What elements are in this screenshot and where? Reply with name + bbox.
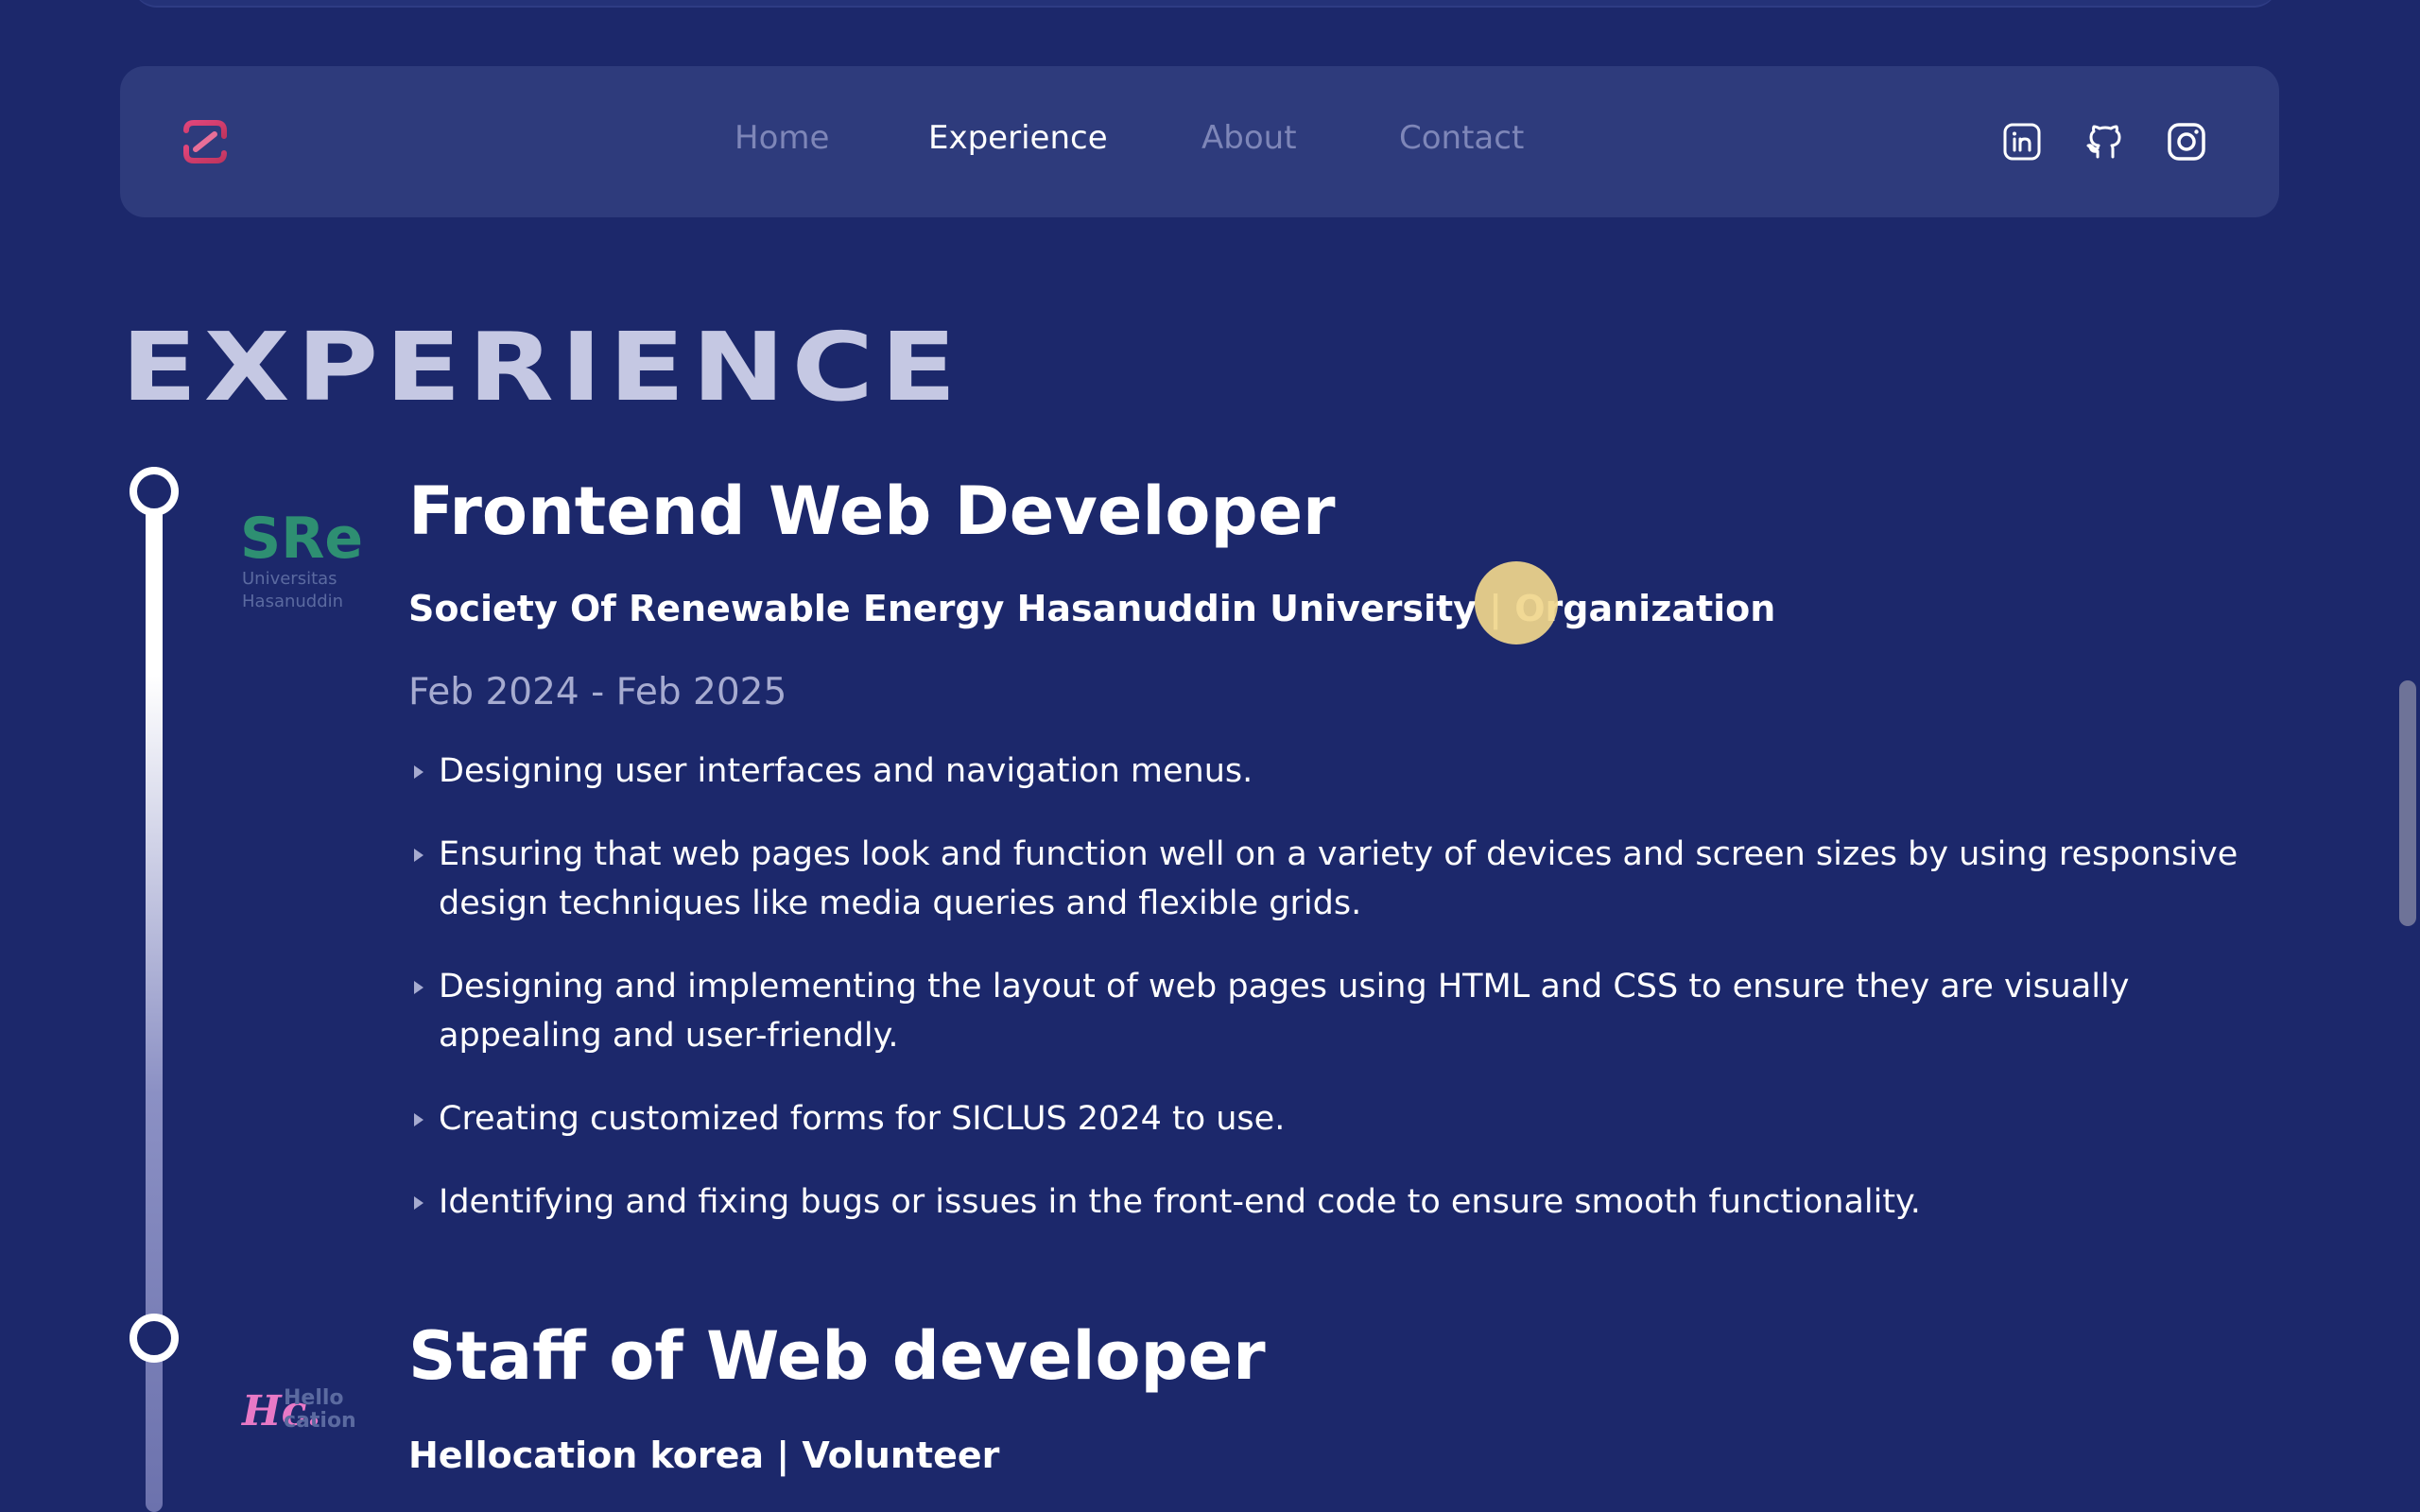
logo-text: SRe <box>240 508 363 572</box>
sre-company-logo: SRe Universitas Hasanuddin <box>240 506 372 612</box>
job-title: Frontend Web Developer <box>408 472 1336 550</box>
triangle-bullet-icon <box>414 981 424 994</box>
triangle-bullet-icon <box>414 1196 424 1210</box>
job-responsibilities: Designing user interfaces and navigation… <box>408 747 2242 1261</box>
list-item: Ensuring that web pages look and functio… <box>408 830 2242 928</box>
linkedin-icon[interactable] <box>1994 113 2050 170</box>
nav-link-experience[interactable]: Experience <box>928 119 1108 157</box>
bullet-text: Designing and implementing the layout of… <box>439 968 2130 1055</box>
scrollbar-thumb[interactable] <box>2399 680 2416 926</box>
job-date: Feb 2024 - Feb 2025 <box>408 671 787 713</box>
list-item: Creating customized forms for SICLUS 202… <box>408 1094 2242 1143</box>
triangle-bullet-icon <box>414 765 424 779</box>
bullet-text: Designing user interfaces and navigation… <box>439 752 1253 790</box>
logo-text: cation <box>284 1409 356 1433</box>
timeline-dot <box>130 467 179 516</box>
hellocation-company-logo: Hc. Hello cation <box>240 1380 363 1436</box>
bullet-text: Identifying and fixing bugs or issues in… <box>439 1183 1921 1221</box>
nav-link-home[interactable]: Home <box>735 119 829 157</box>
job-title: Staff of Web developer <box>408 1317 1266 1395</box>
job-organization: Society Of Renewable Energy Hasanuddin U… <box>408 588 1776 629</box>
brand-logo-icon[interactable] <box>179 117 232 166</box>
cursor-follower <box>1475 561 1558 644</box>
job-organization: Hellocation korea | Volunteer <box>408 1435 1000 1476</box>
github-icon[interactable] <box>2077 113 2134 170</box>
list-item: Identifying and fixing bugs or issues in… <box>408 1177 2242 1227</box>
nav-link-about[interactable]: About <box>1201 119 1297 157</box>
instagram-icon[interactable] <box>2158 113 2215 170</box>
list-item: Designing user interfaces and navigation… <box>408 747 2242 796</box>
logo-subtitle: Hasanuddin <box>242 592 343 611</box>
previous-section-edge <box>132 0 2278 8</box>
list-item: Designing and implementing the layout of… <box>408 962 2242 1060</box>
logo-subtitle: Universitas <box>242 569 337 589</box>
bullet-text: Ensuring that web pages look and functio… <box>439 835 2238 922</box>
bullet-text: Creating customized forms for SICLUS 202… <box>439 1100 1286 1138</box>
logo-text: Hello <box>284 1386 344 1410</box>
navbar: Home Experience About Contact <box>120 66 2279 217</box>
triangle-bullet-icon <box>414 849 424 862</box>
nav-link-contact[interactable]: Contact <box>1399 119 1524 157</box>
section-title: EXPERIENCE <box>121 312 963 422</box>
triangle-bullet-icon <box>414 1113 424 1126</box>
timeline-dot <box>130 1314 179 1363</box>
